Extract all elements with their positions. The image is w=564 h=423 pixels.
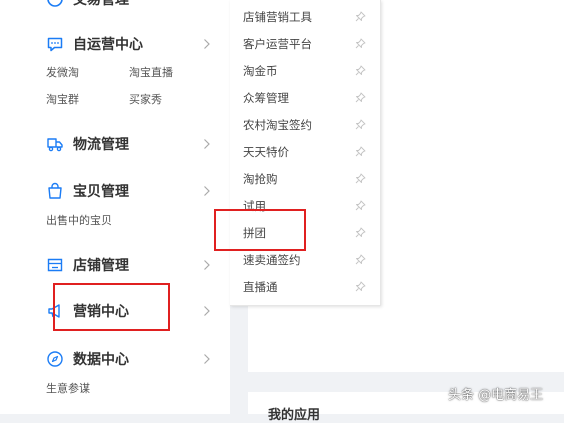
sidebar-section-title: 店铺管理 — [73, 258, 129, 274]
chevron-right-icon — [203, 38, 213, 50]
chevron-right-icon — [203, 353, 213, 365]
flyout-item-daily-special[interactable]: 天天特价 — [230, 139, 380, 165]
pin-icon[interactable] — [355, 281, 366, 292]
pin-icon[interactable] — [355, 92, 366, 103]
sidebar-link-business-advisor[interactable]: 生意参谋 — [46, 380, 90, 396]
flyout-item-label: 速卖通签约 — [243, 253, 301, 267]
sidebar-item-data[interactable]: 数据中心 — [0, 346, 230, 372]
trade-icon — [46, 0, 64, 8]
pin-icon[interactable] — [355, 200, 366, 211]
pin-icon[interactable] — [355, 11, 366, 22]
sidebar-item-goods[interactable]: 宝贝管理 — [0, 178, 230, 204]
sidebar-item-logistics[interactable]: 物流管理 — [0, 131, 230, 157]
flyout-item-live-pass[interactable]: 直播通 — [230, 274, 380, 300]
marketing-flyout-menu: 店铺营销工具 客户运营平台 淘金币 众筹管理 农村淘宝签约 天天特价 淘抢购 试… — [230, 0, 381, 306]
highlight-box-group-buy — [214, 209, 306, 251]
watermark: 头条 @电商易王 — [448, 388, 544, 403]
pin-icon[interactable] — [355, 146, 366, 157]
sidebar-item-self-operation[interactable]: 自运营中心 — [0, 31, 230, 57]
shopping-bag-icon — [46, 182, 64, 200]
pin-icon[interactable] — [355, 173, 366, 184]
compass-icon — [46, 350, 64, 368]
sidebar-section-title: 物流管理 — [73, 137, 129, 153]
highlight-box-marketing — [53, 283, 170, 331]
flyout-item-rural-taobao[interactable]: 农村淘宝签约 — [230, 112, 380, 138]
flyout-item-label: 农村淘宝签约 — [243, 118, 312, 132]
flyout-item-label: 客户运营平台 — [243, 37, 312, 51]
sidebar-link-live[interactable]: 淘宝直播 — [129, 64, 173, 80]
sidebar-link-group[interactable]: 淘宝群 — [46, 91, 79, 107]
pin-icon[interactable] — [355, 254, 366, 265]
flyout-item-crowdfunding[interactable]: 众筹管理 — [230, 85, 380, 111]
chat-bubble-icon — [46, 35, 64, 53]
storefront-icon — [46, 256, 64, 274]
flyout-item-label: 淘金币 — [243, 64, 278, 78]
sidebar-section-title: 数据中心 — [73, 352, 129, 368]
truck-icon — [46, 135, 64, 153]
flyout-item-label: 直播通 — [243, 280, 278, 294]
flyout-item-taojinbi[interactable]: 淘金币 — [230, 58, 380, 84]
pin-icon[interactable] — [355, 65, 366, 76]
chevron-right-icon — [203, 259, 213, 271]
flyout-item-customer-ops[interactable]: 客户运营平台 — [230, 31, 380, 57]
pin-icon[interactable] — [355, 119, 366, 130]
sidebar-section-title: 交易管理 — [73, 0, 129, 8]
sidebar-item-shop[interactable]: 店铺管理 — [0, 252, 230, 278]
chevron-right-icon — [203, 138, 213, 150]
flyout-item-flash-sale[interactable]: 淘抢购 — [230, 166, 380, 192]
sidebar: 交易管理 自运营中心 发微淘 淘宝直播 淘宝群 买家秀 物流管理 宝贝管理 出售… — [0, 0, 230, 414]
chevron-right-icon — [203, 185, 213, 197]
flyout-item-shop-marketing-tools[interactable]: 店铺营销工具 — [230, 4, 380, 30]
flyout-item-label: 淘抢购 — [243, 172, 278, 186]
pin-icon[interactable] — [355, 227, 366, 238]
flyout-item-label: 天天特价 — [243, 145, 289, 159]
sidebar-link-on-sale[interactable]: 出售中的宝贝 — [46, 212, 112, 228]
sidebar-link-buyer-show[interactable]: 买家秀 — [129, 91, 162, 107]
pin-icon[interactable] — [355, 38, 366, 49]
chevron-right-icon — [203, 305, 213, 317]
sidebar-section-title: 自运营中心 — [73, 37, 143, 53]
sidebar-section-title: 宝贝管理 — [73, 184, 129, 200]
flyout-item-label: 众筹管理 — [243, 91, 289, 105]
sidebar-link-weitao[interactable]: 发微淘 — [46, 64, 79, 80]
flyout-item-label: 店铺营销工具 — [243, 10, 312, 24]
